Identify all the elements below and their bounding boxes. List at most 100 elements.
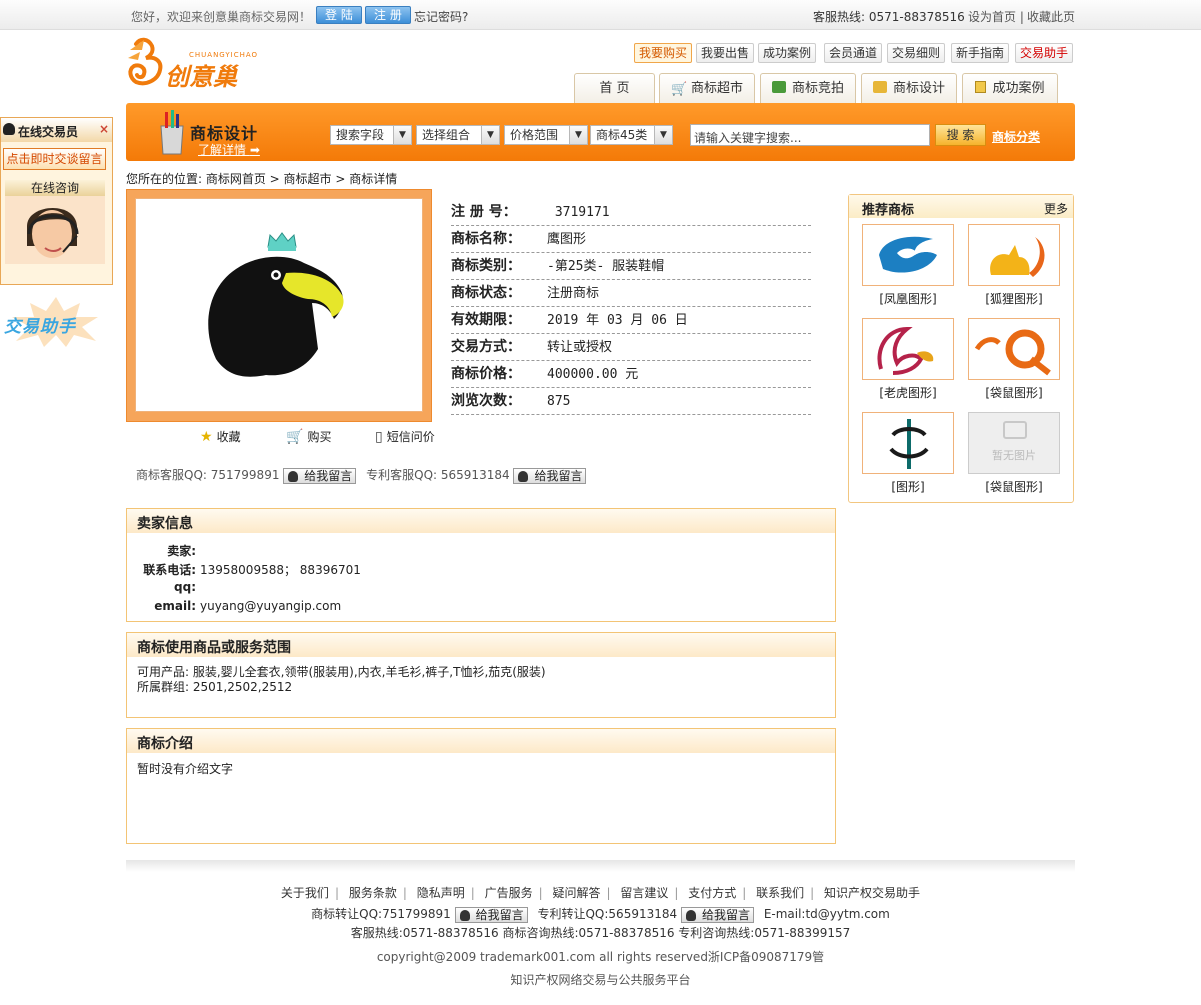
login-button[interactable]: 登 陆 <box>316 6 362 24</box>
detail-label: 注 册 号： <box>451 204 517 220</box>
figure-logo-icon <box>889 419 929 469</box>
nav-member[interactable]: 会员通道 <box>824 43 883 63</box>
detail-label: 商标状态： <box>451 285 521 301</box>
tab-home[interactable]: 首 页 <box>574 73 655 103</box>
tab-home-label: 首 页 <box>599 81 630 96</box>
tiger-logo-icon <box>877 326 934 375</box>
tab-design[interactable]: 商标设计 <box>861 73 957 103</box>
footer-link[interactable]: 疑问解答 <box>552 886 600 900</box>
favorite-link[interactable]: 收藏此页 <box>1027 8 1075 25</box>
category-link[interactable]: 商标分类 <box>992 128 1040 145</box>
footer-separator: | <box>810 886 815 900</box>
phone-value: 13958009588； 88396701 <box>200 563 361 577</box>
recommend-thumb[interactable] <box>862 412 954 474</box>
banner-more-link[interactable]: 了解详情 ➡ <box>198 141 260 158</box>
detail-value: 875 <box>547 394 571 409</box>
email-value: yuyang@yuyangip.com <box>200 599 342 613</box>
price-range-select[interactable]: 价格范围 ▼ <box>504 125 588 145</box>
set-home-link[interactable]: 设为首页 | <box>968 8 1024 25</box>
footer-link[interactable]: 服务条款 <box>349 886 397 900</box>
tab-cases[interactable]: 成功案例 <box>962 73 1058 103</box>
forgot-password-link[interactable]: 忘记密码? <box>414 8 468 25</box>
document-icon <box>975 81 987 93</box>
buy-action[interactable]: 🛒 购买 <box>286 428 331 445</box>
recommend-thumb[interactable] <box>968 318 1060 380</box>
footer-link[interactable]: 隐私声明 <box>417 886 465 900</box>
footer-qq-patent: 专利转让QQ:565913184 <box>537 907 678 921</box>
sms-inquiry-action[interactable]: ▯ 短信问价 <box>375 428 435 445</box>
nav-buy[interactable]: 我要购买 <box>634 43 693 63</box>
recommend-thumb[interactable] <box>968 224 1060 286</box>
nav-assistant[interactable]: 交易助手 <box>1015 43 1074 63</box>
recommend-label[interactable]: [凤凰图形] <box>862 290 954 307</box>
footer-copyright: copyright@2009 trademark001.com all righ… <box>376 950 825 964</box>
tab-market[interactable]: 🛒 商标超市 <box>659 73 755 103</box>
fox-logo-icon <box>990 237 1045 277</box>
intro-text: 暂时没有介绍文字 <box>137 762 234 776</box>
leave-message-button[interactable]: 给我留言 <box>513 467 587 484</box>
nav-guide[interactable]: 新手指南 <box>951 43 1010 63</box>
recommend-label[interactable]: [老虎图形] <box>862 384 954 401</box>
eagle-logo-icon <box>208 232 344 377</box>
footer-link[interactable]: 支付方式 <box>688 886 736 900</box>
footer-platform: 知识产权网络交易与公共服务平台 <box>510 973 691 987</box>
leave-message-button[interactable]: 给我留言 <box>283 467 357 484</box>
chat-button[interactable]: 点击即时交谈留言 <box>3 148 106 170</box>
detail-value: 400000.00 元 <box>547 367 639 382</box>
nav-cases[interactable]: 成功案例 <box>758 43 817 63</box>
leave-message-button[interactable]: 给我留言 <box>454 906 528 923</box>
footer-link[interactable]: 广告服务 <box>485 886 533 900</box>
recommend-thumb[interactable] <box>862 318 954 380</box>
footer-link[interactable]: 知识产权交易助手 <box>824 886 920 900</box>
footer-link[interactable]: 留言建议 <box>620 886 668 900</box>
footer-separator: | <box>538 886 543 900</box>
chevron-down-icon: ▼ <box>393 126 411 144</box>
close-icon[interactable]: × <box>99 122 109 136</box>
price-range-select-value: 价格范围 <box>510 128 559 142</box>
detail-label: 商标名称： <box>451 231 521 247</box>
tab-cases-label: 成功案例 <box>992 81 1045 96</box>
class45-select[interactable]: 商标45类 ▼ <box>590 125 673 145</box>
qq-label: qq: <box>174 580 196 594</box>
chevron-down-icon: ▼ <box>654 126 672 144</box>
search-button[interactable]: 搜 索 <box>935 124 986 146</box>
tab-design-label: 商标设计 <box>892 81 945 96</box>
search-field-select[interactable]: 搜索字段 ▼ <box>330 125 412 145</box>
detail-row: 注 册 号： 3719171 <box>451 199 811 226</box>
detail-label: 有效期限： <box>451 312 521 328</box>
register-button[interactable]: 注 册 <box>365 6 411 24</box>
email-label: email: <box>154 599 196 613</box>
recommend-label[interactable]: [狐狸图形] <box>968 290 1060 307</box>
nav-sell[interactable]: 我要出售 <box>696 43 755 63</box>
combo-select-value: 选择组合 <box>422 128 471 142</box>
recommend-label[interactable]: [图形] <box>862 478 954 495</box>
footer-separator: | <box>334 886 339 900</box>
detail-row: 浏览次数： 875 <box>451 388 811 415</box>
seller-label: 卖家: <box>167 544 196 558</box>
detail-value: 3719171 <box>547 205 610 220</box>
combo-select[interactable]: 选择组合 ▼ <box>416 125 500 145</box>
tab-auction[interactable]: 商标竞拍 <box>760 73 856 103</box>
nav-rules[interactable]: 交易细则 <box>887 43 946 63</box>
recommend-label[interactable]: [袋鼠图形] <box>968 384 1060 401</box>
footer-link[interactable]: 联系我们 <box>756 886 804 900</box>
trademark-image[interactable] <box>135 198 423 412</box>
bag-icon <box>872 81 887 93</box>
recommend-thumb-placeholder[interactable]: 暂无图片 <box>968 412 1060 474</box>
customer-service-avatar[interactable] <box>5 196 105 264</box>
patent-qq-label: 专利客服QQ: 565913184 <box>366 468 510 482</box>
recommend-thumb[interactable] <box>862 224 954 286</box>
search-input[interactable] <box>690 124 930 146</box>
favorite-action[interactable]: ★ 收藏 <box>200 428 241 445</box>
footer-separator: | <box>606 886 611 900</box>
phone-label: 联系电话: <box>143 563 196 577</box>
footer-divider <box>126 860 1075 872</box>
recommend-label[interactable]: [袋鼠图形] <box>968 478 1060 495</box>
footer-link[interactable]: 关于我们 <box>281 886 329 900</box>
recommend-more-link[interactable]: 更多 <box>1044 200 1068 217</box>
trading-assistant-text[interactable]: 交易助手 <box>4 312 76 337</box>
consult-label: 在线咨询 <box>5 180 105 196</box>
detail-row: 有效期限： 2019 年 03 月 06 日 <box>451 307 811 334</box>
chevron-down-icon: ▼ <box>569 126 587 144</box>
leave-message-button[interactable]: 给我留言 <box>680 906 754 923</box>
